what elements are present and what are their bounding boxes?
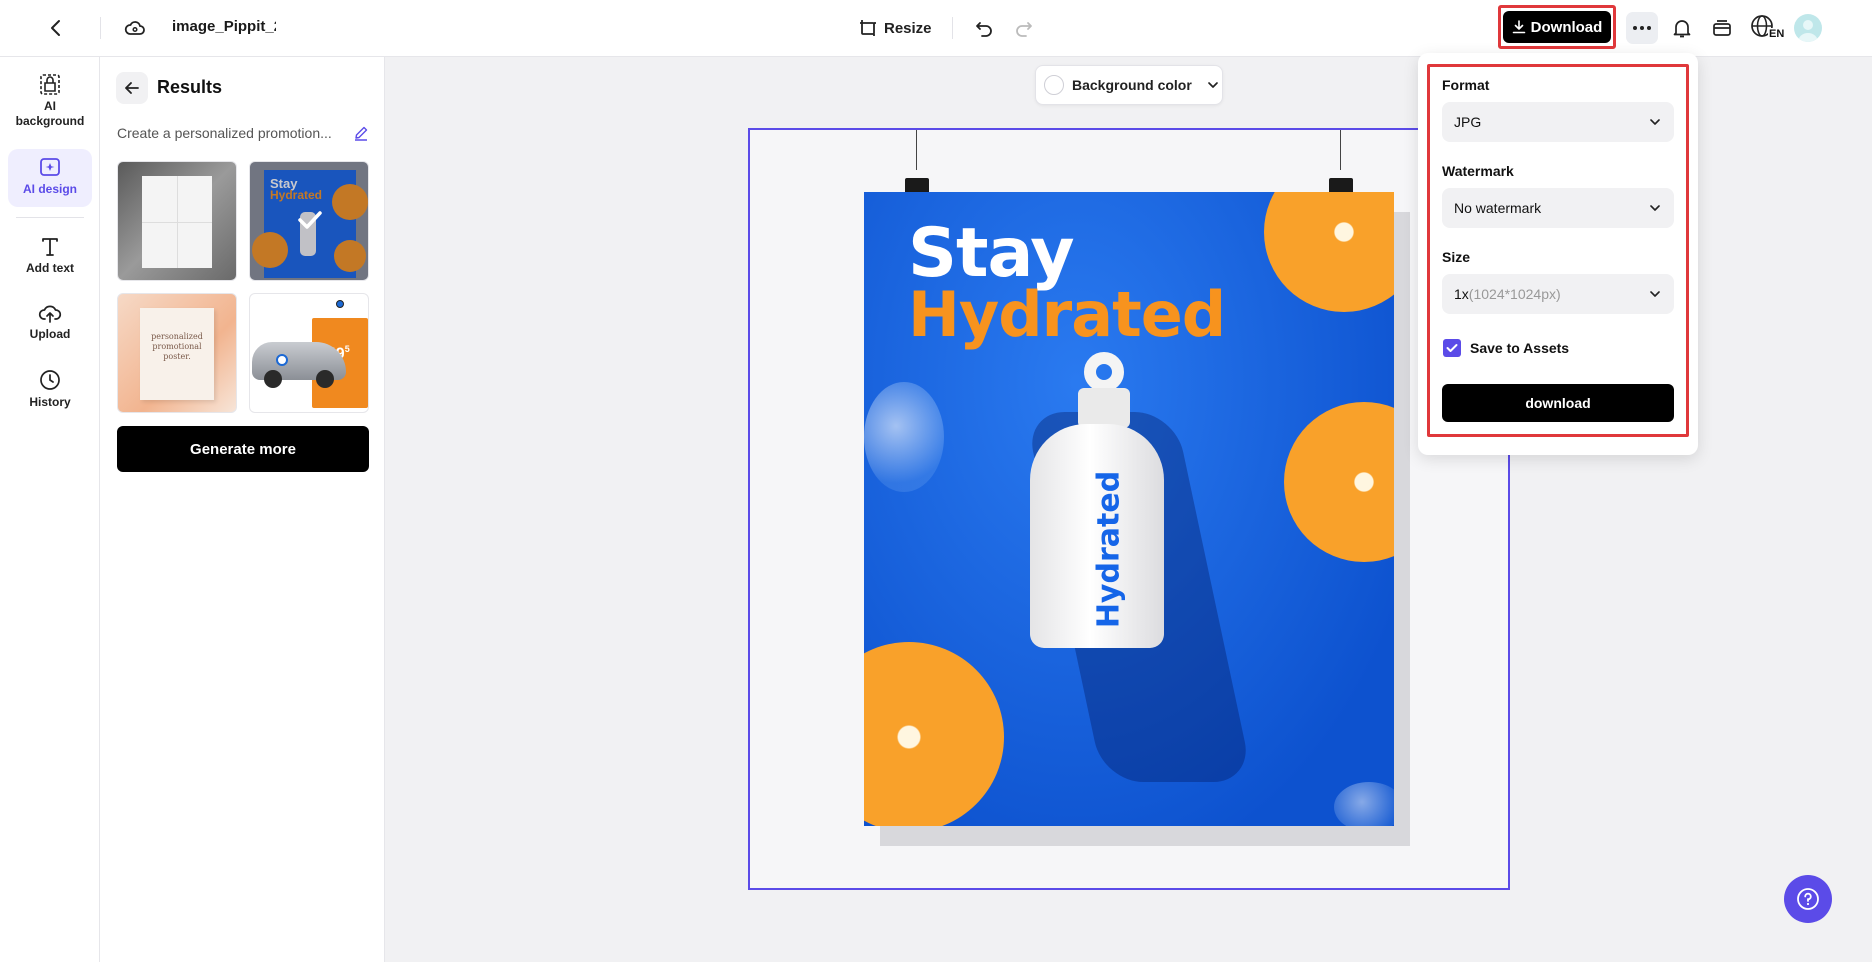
generate-more-button[interactable]: Generate more bbox=[117, 426, 369, 472]
edit-pencil-icon[interactable] bbox=[353, 125, 369, 141]
tool-rail: AI background AI design Add text Upload … bbox=[0, 57, 100, 962]
top-bar: image_Pippit_20 Resize Download EN bbox=[0, 0, 1872, 57]
rail-item-add-text[interactable]: Add text bbox=[8, 235, 92, 281]
language-globe-icon[interactable]: EN bbox=[1748, 11, 1786, 45]
car-wheel bbox=[264, 370, 282, 388]
chevron-down-icon bbox=[1650, 291, 1660, 297]
hanging-wire bbox=[1340, 130, 1341, 170]
more-dots-icon bbox=[1633, 26, 1651, 30]
rail-item-ai-background[interactable]: AI background bbox=[8, 72, 92, 132]
notification-bell-icon[interactable] bbox=[1666, 12, 1698, 44]
bottle-loop bbox=[1084, 352, 1124, 392]
upload-cloud-icon bbox=[38, 305, 62, 323]
results-back-button[interactable] bbox=[116, 72, 148, 104]
color-swatch bbox=[1044, 75, 1064, 95]
car-wheel bbox=[316, 370, 334, 388]
water-droplet bbox=[864, 382, 944, 492]
back-chevron-icon[interactable] bbox=[40, 12, 72, 44]
poster-headline-hydrated: Hydrated bbox=[908, 278, 1226, 351]
checkmark-icon bbox=[1446, 344, 1458, 352]
result-thumbnail-3[interactable]: personalized promotional poster. bbox=[117, 293, 237, 413]
car-logo-icon bbox=[276, 354, 288, 366]
result-thumbnail-1[interactable] bbox=[117, 161, 237, 281]
panel-title: Results bbox=[157, 77, 223, 97]
format-value: JPG bbox=[1454, 114, 1482, 130]
poster-mini-text: personalized promotional poster. bbox=[151, 332, 203, 361]
resize-icon bbox=[860, 20, 876, 36]
rail-label: History bbox=[29, 395, 71, 409]
brand-logo-icon bbox=[336, 300, 344, 308]
save-to-assets-checkbox[interactable] bbox=[1443, 339, 1461, 357]
size-value: 1x(1024*1024px) bbox=[1454, 286, 1561, 302]
format-select[interactable]: JPG bbox=[1442, 102, 1674, 142]
history-clock-icon bbox=[40, 370, 60, 390]
confirm-download-button[interactable]: download bbox=[1442, 384, 1674, 422]
mini-price-cents: 5 bbox=[344, 344, 350, 354]
checkmark-icon bbox=[298, 211, 322, 229]
size-multiplier: 1x bbox=[1454, 286, 1469, 302]
chevron-down-icon bbox=[1207, 82, 1218, 88]
water-droplet bbox=[1334, 782, 1394, 826]
watermark-value: No watermark bbox=[1454, 200, 1542, 216]
resize-button[interactable]: Resize bbox=[858, 14, 932, 42]
arrow-left-icon bbox=[125, 82, 139, 94]
download-icon bbox=[1512, 20, 1525, 34]
watermark-select[interactable]: No watermark bbox=[1442, 188, 1674, 228]
rail-label: Add text bbox=[26, 261, 74, 275]
divider bbox=[952, 17, 953, 39]
rail-item-ai-design[interactable]: AI design bbox=[8, 149, 92, 207]
help-button[interactable] bbox=[1784, 875, 1832, 923]
chevron-down-icon bbox=[1650, 119, 1660, 125]
design-canvas[interactable]: Stay Hydrated Hydrated bbox=[748, 128, 1510, 890]
download-button[interactable]: Download bbox=[1503, 11, 1611, 43]
background-color-label: Background color bbox=[1072, 77, 1192, 93]
prompt-text: Create a personalized promotion... bbox=[117, 125, 332, 141]
more-options-button[interactable] bbox=[1626, 12, 1658, 44]
paper-fold bbox=[177, 176, 178, 268]
poster: Stay Hydrated Hydrated bbox=[864, 192, 1394, 826]
prompt-row: Create a personalized promotion... bbox=[117, 125, 369, 141]
chevron-down-icon bbox=[1650, 205, 1660, 211]
redo-icon[interactable] bbox=[1008, 12, 1040, 44]
ai-design-icon bbox=[40, 158, 60, 176]
resize-label: Resize bbox=[884, 19, 932, 37]
result-thumbnail-2-selected[interactable]: Stay Hydrated bbox=[249, 161, 369, 281]
results-panel: Results Create a personalized promotion.… bbox=[100, 57, 385, 962]
download-label: Download bbox=[1530, 18, 1603, 36]
rail-label: Upload bbox=[29, 327, 71, 341]
rail-divider bbox=[16, 217, 84, 218]
save-to-assets-label[interactable]: Save to Assets bbox=[1470, 340, 1569, 356]
size-label: Size bbox=[1442, 249, 1471, 265]
help-question-icon bbox=[1797, 888, 1819, 910]
size-dimensions: (1024*1024px) bbox=[1468, 286, 1561, 302]
rail-label: AI background bbox=[15, 99, 85, 128]
poster-mockup: personalized promotional poster. bbox=[140, 308, 214, 400]
divider bbox=[100, 17, 101, 39]
assets-card-icon[interactable] bbox=[1706, 12, 1738, 44]
text-icon bbox=[42, 238, 58, 256]
size-select[interactable]: 1x(1024*1024px) bbox=[1442, 274, 1674, 314]
hanging-wire bbox=[916, 130, 917, 170]
language-badge: EN bbox=[1768, 28, 1786, 40]
avatar[interactable] bbox=[1794, 14, 1822, 42]
format-label: Format bbox=[1442, 77, 1490, 93]
rail-item-upload[interactable]: Upload bbox=[8, 302, 92, 348]
document-title[interactable]: image_Pippit_20 bbox=[172, 18, 276, 35]
cloud-sync-icon[interactable] bbox=[118, 10, 152, 46]
result-thumbnail-4[interactable]: $495 bbox=[249, 293, 369, 413]
undo-icon[interactable] bbox=[968, 12, 1000, 44]
bottle-cap bbox=[1078, 388, 1130, 428]
bottle-label: Hydrated bbox=[1091, 470, 1127, 629]
background-color-button[interactable]: Background color bbox=[1035, 65, 1223, 105]
rail-label: AI design bbox=[22, 182, 77, 196]
rail-item-history[interactable]: History bbox=[8, 369, 92, 415]
ai-background-icon bbox=[40, 74, 60, 95]
watermark-label: Watermark bbox=[1442, 163, 1514, 179]
